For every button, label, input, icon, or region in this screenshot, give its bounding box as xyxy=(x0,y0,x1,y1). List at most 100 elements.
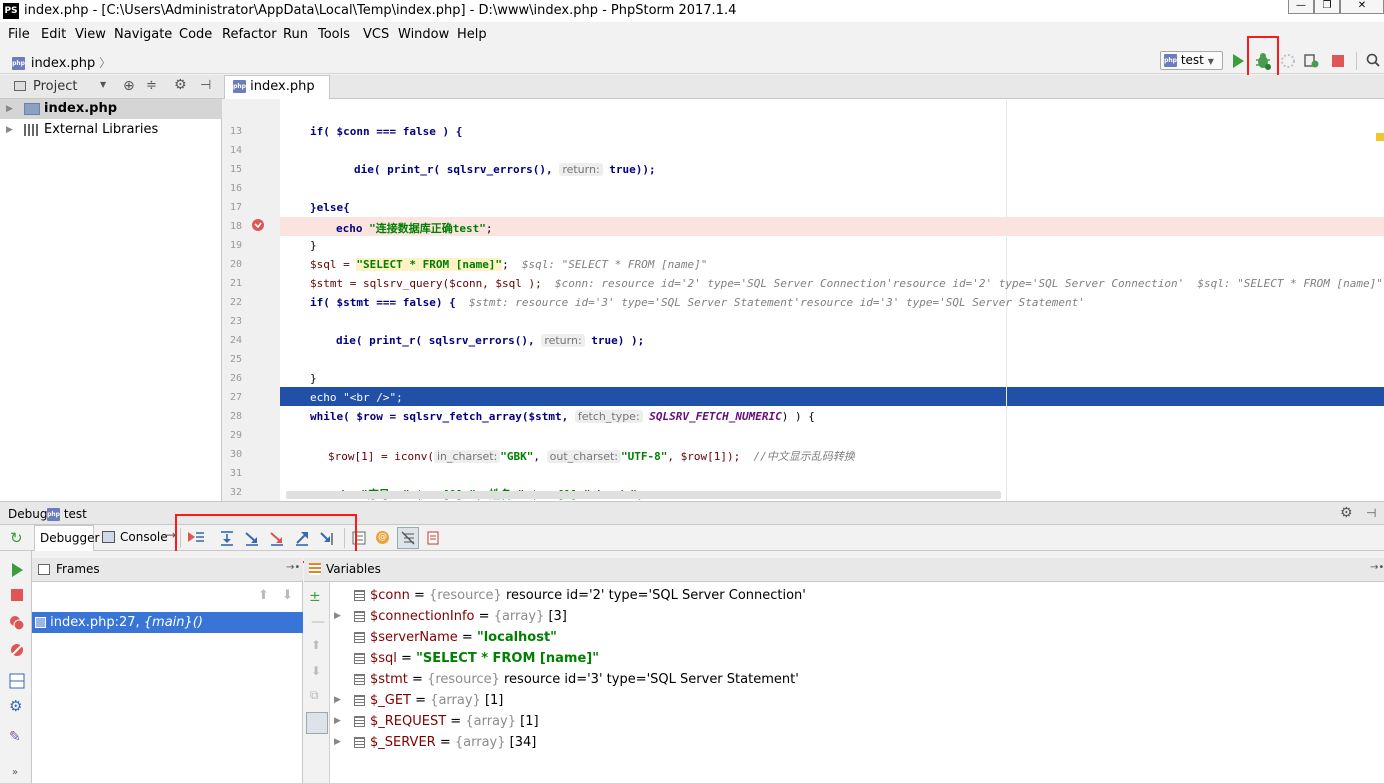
menu-run[interactable]: Run xyxy=(283,27,308,42)
menu-file[interactable]: File xyxy=(8,27,30,42)
coverage-icon[interactable] xyxy=(1280,53,1296,69)
target-icon[interactable]: ⊕ xyxy=(123,78,135,94)
variable-row[interactable]: ▶ $connectionInfo = {array} [3] xyxy=(330,606,1384,627)
variable-eq: = xyxy=(407,672,428,687)
expand-arrow-icon[interactable]: ▶ xyxy=(334,732,341,753)
maximize-icon[interactable]: ❐ xyxy=(1314,0,1340,14)
debug-side-toolbar: ⚙ ✎ » xyxy=(0,551,32,783)
collapse-icon[interactable]: ≑ xyxy=(146,78,157,93)
run-config-select[interactable]: php test ▼ xyxy=(1160,51,1223,70)
project-tree: ▶ index.php ▶ External Libraries xyxy=(0,99,222,501)
search-icon[interactable] xyxy=(1366,53,1380,67)
run-icon[interactable] xyxy=(1232,54,1244,68)
php-file-icon: php xyxy=(233,80,246,93)
resume-icon[interactable] xyxy=(11,563,23,577)
menu-view[interactable]: View xyxy=(75,27,106,42)
mute-breakpoints-icon[interactable] xyxy=(9,642,25,658)
execution-line-highlight xyxy=(280,387,1384,406)
remove-watch-icon[interactable]: — xyxy=(311,614,325,630)
frame-item[interactable]: index.php:27, {main}() xyxy=(32,612,303,633)
variable-row[interactable]: ▶ $_SERVER = {array} [34] xyxy=(330,732,1384,753)
at-icon[interactable]: @ xyxy=(376,531,389,544)
pin-tab-icon[interactable]: ✎ xyxy=(9,729,21,745)
view-breakpoints-icon[interactable] xyxy=(9,615,25,631)
line-number: 30 xyxy=(229,449,242,460)
menu-vcs[interactable]: VCS xyxy=(363,27,389,42)
show-watches-toggle-icon[interactable] xyxy=(306,712,328,734)
toggle-view-icon[interactable] xyxy=(397,527,419,549)
debug-config-label: test xyxy=(63,507,87,521)
pin-icon[interactable]: →• xyxy=(286,562,300,573)
variable-eq: = xyxy=(411,693,431,708)
menu-navigate[interactable]: Navigate xyxy=(114,27,172,42)
run-config-label: test xyxy=(1180,53,1204,67)
variables-header: Variables →• xyxy=(304,558,1384,582)
line-number: 26 xyxy=(229,373,242,384)
gear-icon[interactable]: ⚙ xyxy=(174,77,187,93)
horizontal-scrollbar[interactable] xyxy=(286,491,1001,499)
variable-value: [3] xyxy=(544,609,567,624)
tab-debugger[interactable]: Debugger xyxy=(34,525,99,551)
attach-debugger-icon[interactable] xyxy=(1304,53,1320,69)
variable-row[interactable]: $sql = "SELECT * FROM [name]" xyxy=(330,648,1384,669)
tab-index-php[interactable]: php index.php ✕ xyxy=(224,75,330,115)
expand-arrow-icon[interactable]: ▶ xyxy=(6,99,13,119)
more-icon[interactable]: » xyxy=(12,767,18,778)
variables-spacer xyxy=(304,551,1384,558)
code-editor[interactable]: 13 14 15 16 17 18 19 20 21 22 23 24 25 2… xyxy=(222,99,1384,501)
expand-arrow-icon[interactable]: ▶ xyxy=(334,711,341,732)
arrow-up-icon[interactable]: ⬆ xyxy=(311,638,321,652)
settings-icon[interactable]: ⚙ xyxy=(9,697,22,715)
arrow-down-icon[interactable]: ⬇ xyxy=(282,588,293,603)
tab-console[interactable]: Console xyxy=(120,530,168,544)
menu-edit[interactable]: Edit xyxy=(41,27,66,42)
project-view-label[interactable]: Project xyxy=(33,79,77,94)
variable-name: $connectionInfo xyxy=(370,609,475,624)
breadcrumb[interactable]: php index.php 〉 xyxy=(12,54,111,71)
expand-arrow-icon[interactable]: ▶ xyxy=(6,120,13,140)
hide-panel-icon[interactable]: ⊣ xyxy=(1366,506,1376,520)
line-number: 19 xyxy=(229,240,242,251)
tree-item-external-libraries[interactable]: ▶ External Libraries xyxy=(0,120,222,140)
expand-arrow-icon[interactable]: ▶ xyxy=(334,606,341,627)
param-hint: out_charset: xyxy=(546,450,621,463)
variable-row[interactable]: ▶ $_GET = {array} [1] xyxy=(330,690,1384,711)
menu-tools[interactable]: Tools xyxy=(318,27,350,42)
rerun-icon[interactable]: ↻ xyxy=(10,529,23,547)
variable-value: [1] xyxy=(480,693,504,708)
new-watch-icon[interactable]: ± xyxy=(309,589,321,605)
clear-icon[interactable] xyxy=(426,531,440,545)
stop-icon[interactable] xyxy=(11,589,23,601)
expand-arrow-icon[interactable]: ▶ xyxy=(334,690,341,711)
menu-refactor[interactable]: Refactor xyxy=(222,27,277,42)
debug-session-tab[interactable]: php test xyxy=(47,507,87,521)
arrow-down-icon[interactable]: ⬇ xyxy=(311,664,321,678)
copy-icon[interactable]: ⧉ xyxy=(310,688,319,703)
minimize-icon[interactable]: — xyxy=(1288,0,1314,14)
variable-row[interactable]: $conn = {resource} resource id='2' type=… xyxy=(330,585,1384,606)
pin-icon[interactable]: →• xyxy=(1370,562,1384,573)
variable-row[interactable]: $stmt = {resource} resource id='3' type=… xyxy=(330,669,1384,690)
hide-panel-icon[interactable]: ⊣ xyxy=(200,78,211,93)
layout-icon[interactable] xyxy=(9,673,25,689)
tree-item-index-php[interactable]: ▶ index.php xyxy=(0,99,222,119)
arrow-up-icon[interactable]: ⬆ xyxy=(258,588,269,603)
menu-window[interactable]: Window xyxy=(398,27,449,42)
variable-value: resource id='2' type='SQL Server Connect… xyxy=(501,588,806,603)
menu-code[interactable]: Code xyxy=(179,27,212,42)
stop-icon[interactable] xyxy=(1332,55,1344,67)
variable-row[interactable]: $serverName = "localhost" xyxy=(330,627,1384,648)
variable-icon xyxy=(354,674,365,685)
code-text: echo xyxy=(336,222,363,235)
variable-icon xyxy=(354,716,365,727)
breakpoint-icon[interactable] xyxy=(251,218,265,232)
chevron-down-icon[interactable]: ▼ xyxy=(100,80,106,89)
menu-help[interactable]: Help xyxy=(457,27,487,42)
variable-eq: = xyxy=(457,630,477,645)
variable-row[interactable]: ▶ $_REQUEST = {array} [1] xyxy=(330,711,1384,732)
warning-marker[interactable] xyxy=(1376,133,1384,141)
gear-icon[interactable]: ⚙ xyxy=(1340,505,1353,521)
close-window-icon[interactable]: ✕ xyxy=(1340,0,1384,14)
param-hint: in_charset: xyxy=(433,450,501,463)
library-icon xyxy=(24,124,40,136)
